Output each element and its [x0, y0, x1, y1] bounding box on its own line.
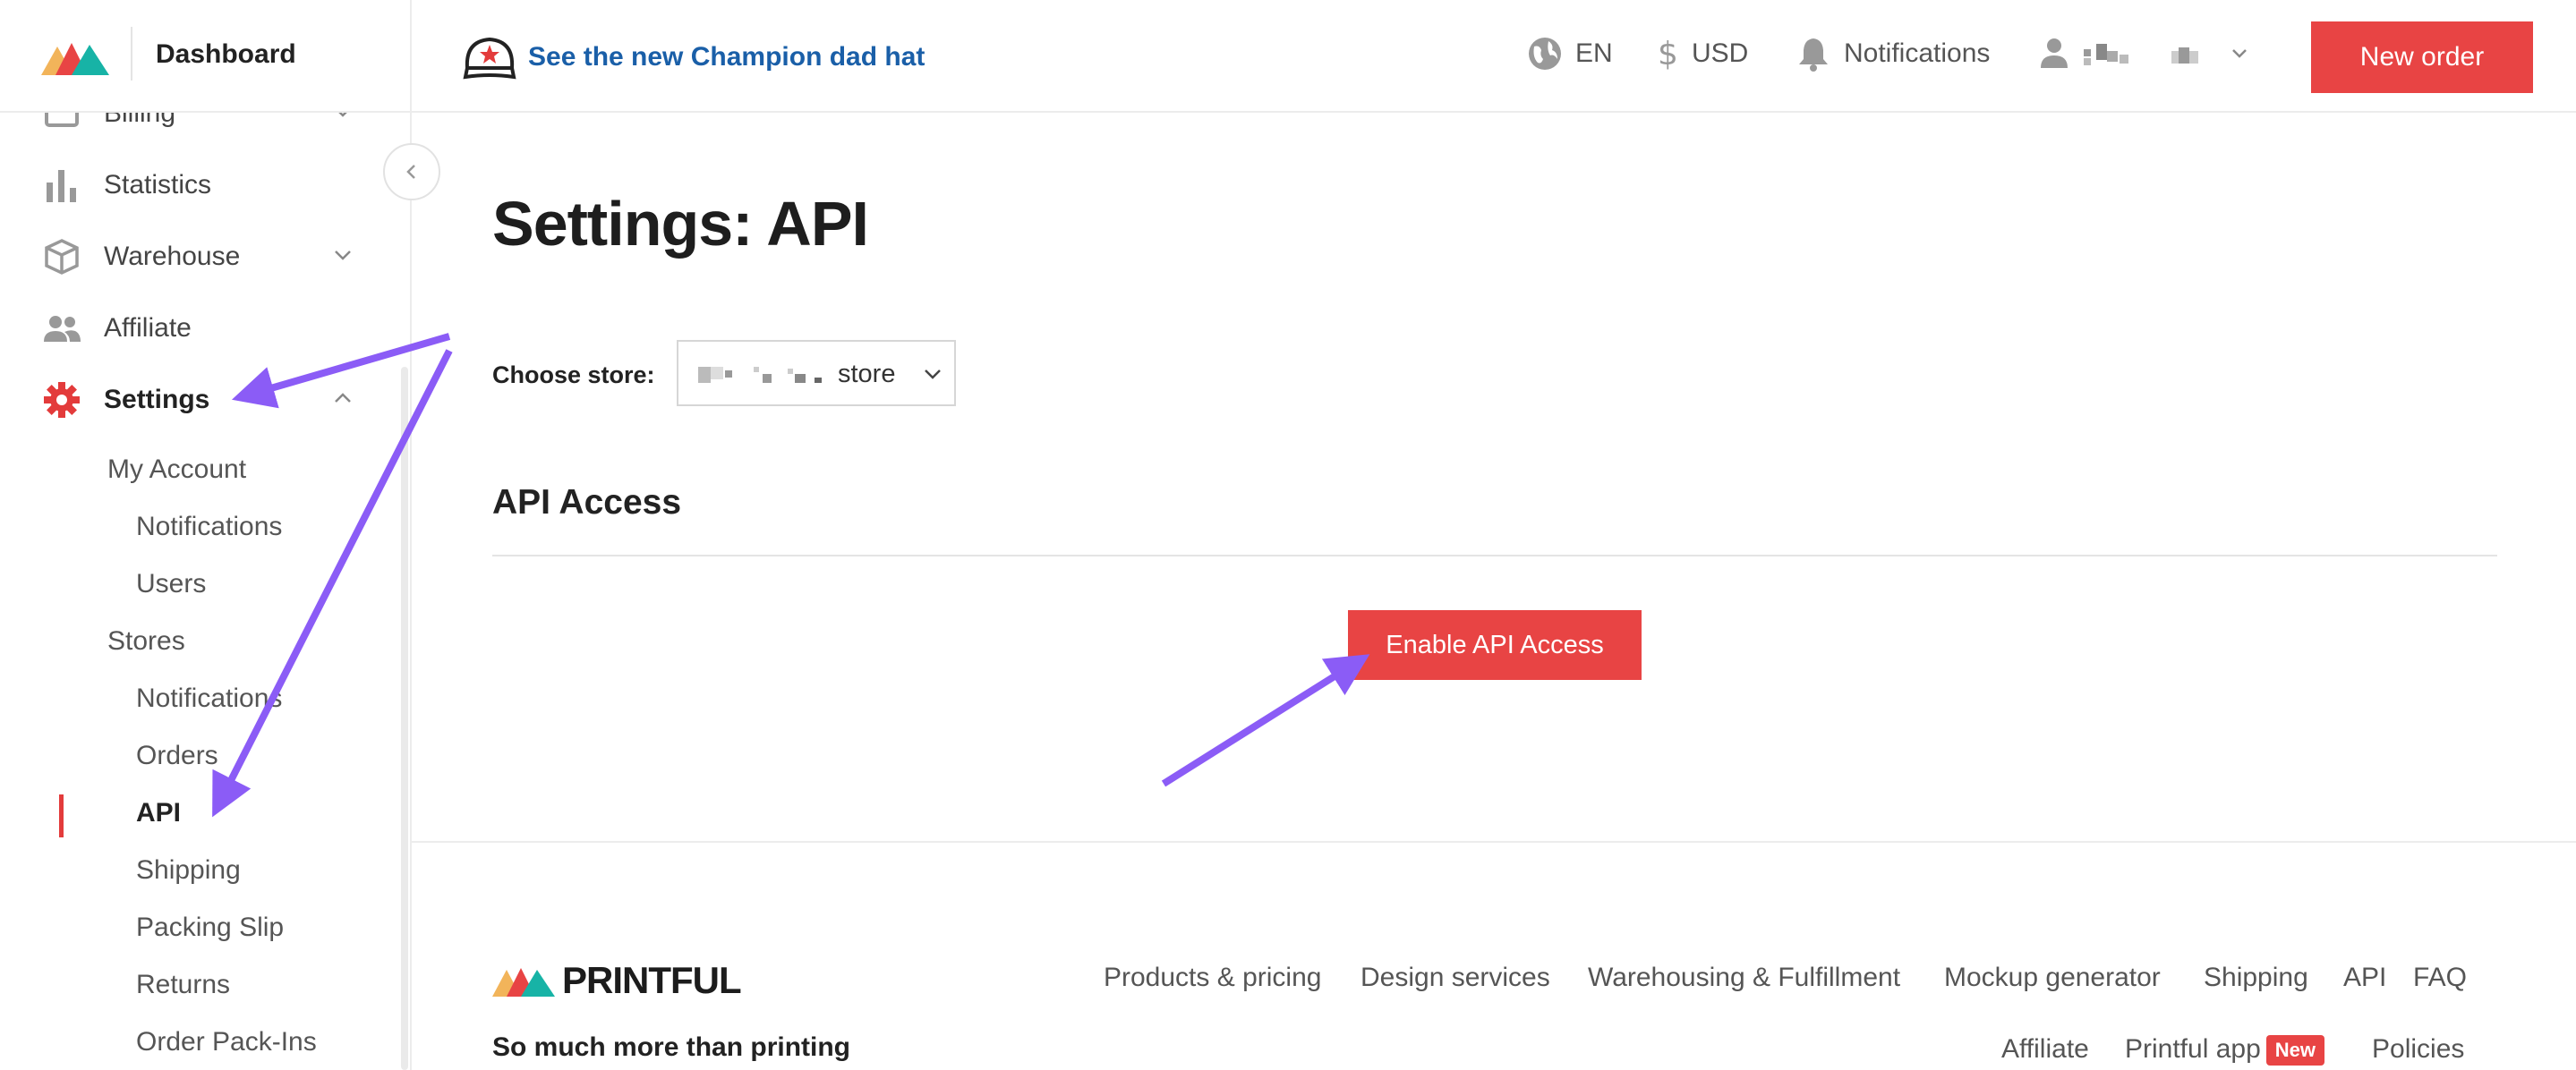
- sidebar-item-label: Affiliate: [104, 313, 192, 343]
- sidebar-sub-shipping[interactable]: Shipping: [136, 855, 241, 886]
- footer-link-mockup-generator[interactable]: Mockup generator: [1944, 963, 2161, 993]
- globe-icon: [1529, 38, 1561, 70]
- new-badge: New: [2265, 1035, 2325, 1066]
- sidebar: Dashboard Billing Statistics Warehouse A…: [0, 0, 412, 1070]
- arrow-to-enable-button: [1161, 654, 1370, 787]
- chevron-down-icon: [925, 369, 941, 379]
- blurred-username: [2084, 44, 2198, 65]
- sidebar-item-statistics[interactable]: Statistics: [0, 157, 394, 211]
- blurred-store-name: [698, 367, 822, 383]
- printful-app-label: Printful app: [2125, 1034, 2261, 1064]
- footer-brand: PRINTFUL: [562, 959, 742, 1001]
- footer-tagline: So much more than printing: [492, 1032, 851, 1062]
- sidebar-sub-returns[interactable]: Returns: [136, 970, 230, 1000]
- sidebar-item-label: Statistics: [104, 170, 212, 200]
- sidebar-sub-packing-slip[interactable]: Packing Slip: [136, 913, 284, 943]
- currency-selector[interactable]: $ USD: [1654, 36, 1748, 72]
- footer-logo[interactable]: PRINTFUL: [492, 959, 742, 1002]
- user-icon: [2041, 38, 2068, 68]
- printful-logo: [492, 968, 555, 997]
- new-order-button[interactable]: New order: [2311, 21, 2533, 93]
- cap-icon: [463, 37, 516, 80]
- promo-text: See the new Champion dad hat: [528, 42, 925, 72]
- sidebar-sub-my-account[interactable]: My Account: [107, 454, 246, 485]
- store-value: store: [838, 360, 896, 388]
- dollar-icon: $: [1658, 36, 1678, 72]
- page-title: Settings: API: [492, 189, 869, 259]
- language-selector[interactable]: EN: [1527, 36, 1613, 72]
- sidebar-sub-account-notifications[interactable]: Notifications: [136, 512, 282, 542]
- footer-link-faq[interactable]: FAQ: [2413, 963, 2467, 993]
- footer-link-design-services[interactable]: Design services: [1361, 963, 1550, 993]
- dashboard-link[interactable]: Dashboard: [156, 39, 296, 70]
- language-label: EN: [1575, 38, 1613, 68]
- bar-chart-icon: [47, 170, 76, 202]
- footer-link-shipping[interactable]: Shipping: [2204, 963, 2308, 993]
- footer-link-affiliate[interactable]: Affiliate: [2001, 1034, 2089, 1065]
- store-dropdown[interactable]: store: [677, 340, 956, 406]
- gear-icon: [44, 382, 80, 418]
- promo-link[interactable]: See the new Champion dad hat: [462, 32, 925, 82]
- brand-divider: [131, 27, 132, 81]
- svg-text:$: $: [1658, 36, 1678, 72]
- user-menu[interactable]: [2039, 36, 2263, 72]
- bell-icon: [1799, 38, 1828, 72]
- chevron-down-icon: [335, 251, 351, 260]
- footer-link-printful-app[interactable]: Printful app New: [2125, 1034, 2325, 1066]
- chevron-down-icon: [2232, 49, 2247, 58]
- sidebar-sub-api[interactable]: API: [136, 798, 181, 828]
- people-icon: [44, 316, 81, 342]
- chevron-up-icon: [335, 393, 351, 403]
- currency-label: USD: [1692, 38, 1749, 68]
- footer-divider: [412, 841, 2576, 843]
- sidebar-item-label: Settings: [104, 385, 210, 414]
- sidebar-sub-store-notifications[interactable]: Notifications: [136, 684, 282, 714]
- footer-link-products-pricing[interactable]: Products & pricing: [1104, 963, 1321, 993]
- collapse-sidebar-button[interactable]: [383, 143, 440, 200]
- sidebar-sub-orders[interactable]: Orders: [136, 741, 218, 771]
- notifications-label: Notifications: [1844, 38, 1991, 68]
- footer-link-warehousing[interactable]: Warehousing & Fulfillment: [1588, 963, 1900, 993]
- sidebar-sub-order-pack-ins[interactable]: Order Pack-Ins: [136, 1027, 317, 1057]
- sidebar-scrollbar[interactable]: [401, 367, 408, 1070]
- printful-logo[interactable]: [41, 39, 111, 75]
- box-icon: [45, 239, 79, 275]
- active-indicator: [59, 794, 64, 837]
- sidebar-item-label: Warehouse: [104, 242, 241, 271]
- enable-api-access-button[interactable]: Enable API Access: [1348, 610, 1642, 680]
- footer-link-api[interactable]: API: [2343, 963, 2386, 993]
- section-divider: [492, 555, 2497, 556]
- api-access-heading: API Access: [492, 483, 682, 522]
- sidebar-item-affiliate[interactable]: Affiliate: [0, 301, 394, 354]
- sidebar-sub-stores[interactable]: Stores: [107, 626, 185, 657]
- chevron-left-icon: [406, 165, 415, 179]
- sidebar-brand: Dashboard: [0, 0, 410, 113]
- top-header: See the new Champion dad hat EN $ USD No…: [412, 0, 2576, 113]
- sidebar-sub-users[interactable]: Users: [136, 569, 206, 599]
- sidebar-item-warehouse[interactable]: Warehouse: [0, 229, 394, 283]
- sidebar-item-settings[interactable]: Settings: [0, 372, 394, 426]
- footer-link-policies[interactable]: Policies: [2372, 1034, 2464, 1065]
- notifications-link[interactable]: Notifications: [1796, 36, 1990, 72]
- choose-store-label: Choose store:: [492, 361, 655, 388]
